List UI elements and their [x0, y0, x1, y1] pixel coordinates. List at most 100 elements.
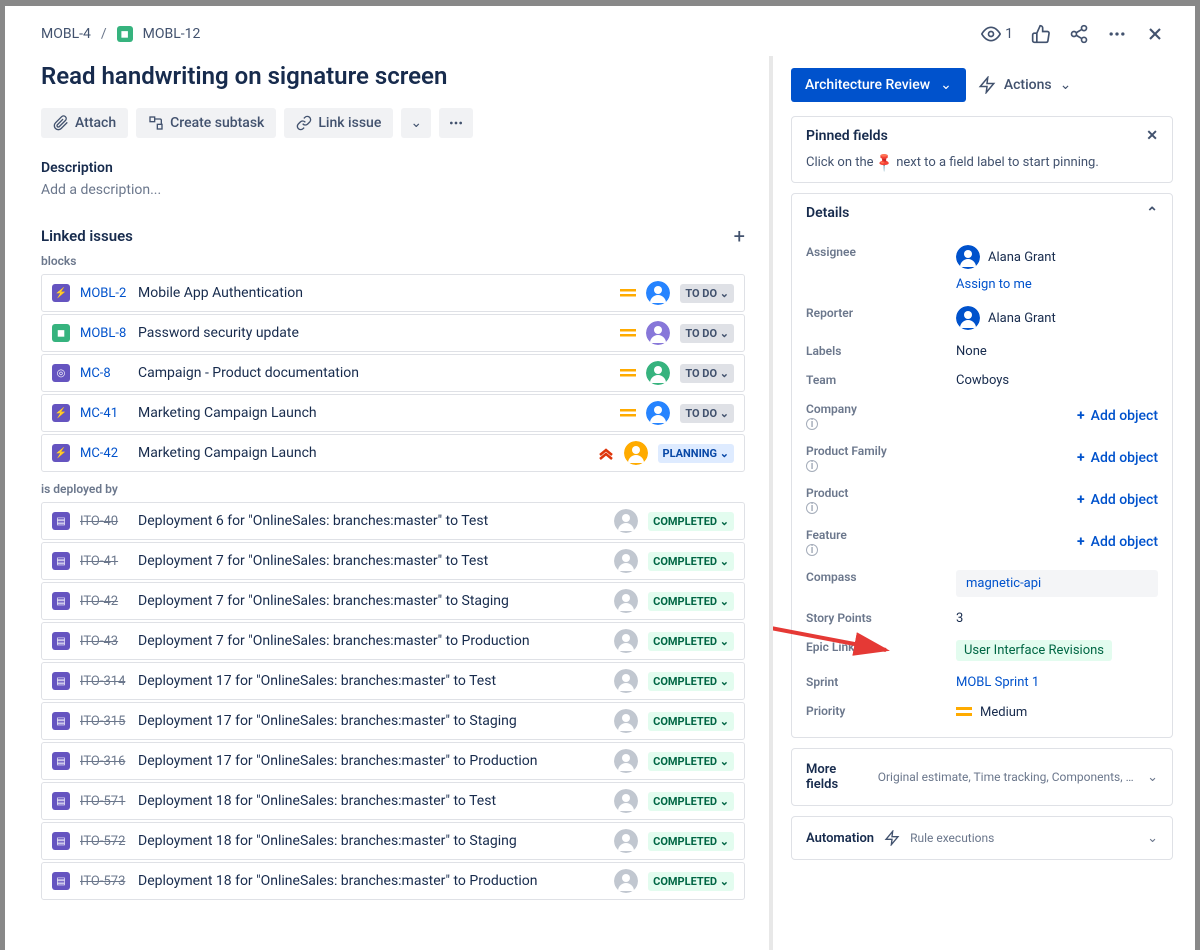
linked-issue-row[interactable]: ▤ ITO-314 Deployment 17 for "OnlineSales… — [41, 662, 745, 700]
status-badge[interactable]: COMPLETED ⌄ — [648, 632, 734, 651]
add-object-feature[interactable]: +Add object — [1077, 534, 1158, 550]
issue-key[interactable]: ITO-572 — [80, 834, 128, 849]
linked-issue-row[interactable]: ▤ ITO-571 Deployment 18 for "OnlineSales… — [41, 782, 745, 820]
status-badge[interactable]: COMPLETED ⌄ — [648, 672, 734, 691]
assignee-avatar-icon — [646, 401, 670, 425]
issue-key[interactable]: ITO-314 — [80, 674, 128, 689]
issue-type-icon: ▤ — [52, 792, 70, 810]
toolbar-more-button[interactable] — [439, 108, 473, 138]
info-icon[interactable]: i — [806, 418, 818, 430]
issue-key[interactable]: ITO-40 — [80, 514, 128, 529]
linked-issue-row[interactable]: ⚡ MOBL-2 Mobile App Authentication TO DO… — [41, 274, 745, 312]
add-object-pfamily[interactable]: +Add object — [1077, 450, 1158, 466]
issue-summary: Marketing Campaign Launch — [138, 405, 610, 421]
linked-issue-row[interactable]: ▤ ITO-572 Deployment 18 for "OnlineSales… — [41, 822, 745, 860]
issue-key[interactable]: MOBL-8 — [80, 326, 128, 341]
automation-panel[interactable]: Automation Rule executions ⌄ — [791, 816, 1173, 860]
linked-issue-row[interactable]: ⚡ MC-41 Marketing Campaign Launch TO DO … — [41, 394, 745, 432]
add-link-icon[interactable]: + — [734, 224, 745, 248]
issue-key[interactable]: MC-41 — [80, 406, 128, 421]
subtask-button[interactable]: Create subtask — [136, 108, 276, 138]
linked-issue-row[interactable]: ▤ ITO-42 Deployment 7 for "OnlineSales: … — [41, 582, 745, 620]
epic-value[interactable]: User Interface Revisions — [956, 640, 1158, 661]
link-dropdown-button[interactable]: ⌄ — [401, 108, 431, 138]
labels-value[interactable]: None — [956, 344, 1158, 359]
linked-issue-row[interactable]: ▤ ITO-316 Deployment 17 for "OnlineSales… — [41, 742, 745, 780]
breadcrumb: MOBL-4 / ◼ MOBL-12 — [41, 26, 200, 42]
issue-key[interactable]: MC-42 — [80, 446, 128, 461]
linked-issue-row[interactable]: ▤ ITO-573 Deployment 18 for "OnlineSales… — [41, 862, 745, 900]
info-icon[interactable]: i — [806, 544, 818, 556]
linked-issue-row[interactable]: ◼ MOBL-8 Password security update TO DO … — [41, 314, 745, 352]
team-value[interactable]: Cowboys — [956, 373, 1158, 388]
labels-row: Labels None — [806, 337, 1158, 366]
status-dropdown[interactable]: Architecture Review ⌄ — [791, 68, 966, 102]
story-points-label: Story Points — [806, 611, 956, 626]
status-badge[interactable]: COMPLETED ⌄ — [648, 752, 734, 771]
more-icon[interactable] — [1107, 24, 1127, 44]
avatar-icon — [956, 306, 980, 330]
add-object-company[interactable]: +Add object — [1077, 408, 1158, 424]
breadcrumb-current[interactable]: MOBL-12 — [143, 26, 201, 42]
issue-key[interactable]: ITO-41 — [80, 554, 128, 569]
linked-issue-row[interactable]: ▤ ITO-40 Deployment 6 for "OnlineSales: … — [41, 502, 745, 540]
details-header[interactable]: Details ⌃ — [792, 194, 1172, 232]
company-row: Companyi +Add object — [806, 395, 1158, 437]
status-badge[interactable]: TO DO ⌄ — [680, 364, 734, 383]
status-badge[interactable]: COMPLETED ⌄ — [648, 872, 734, 891]
chevron-up-icon: ⌃ — [1146, 205, 1158, 221]
issue-key[interactable]: ITO-316 — [80, 754, 128, 769]
status-badge[interactable]: TO DO ⌄ — [680, 324, 734, 343]
issue-key[interactable]: MC-8 — [80, 366, 128, 381]
priority-row: Priority Medium — [806, 697, 1158, 727]
watch-count[interactable]: 1 — [981, 24, 1013, 44]
add-object-product[interactable]: +Add object — [1077, 492, 1158, 508]
status-badge[interactable]: COMPLETED ⌄ — [648, 552, 734, 571]
info-icon[interactable]: i — [806, 460, 818, 472]
close-pinned-icon[interactable]: ✕ — [1146, 128, 1158, 144]
issue-key[interactable]: ITO-571 — [80, 794, 128, 809]
issue-key[interactable]: ITO-573 — [80, 874, 128, 889]
issue-key[interactable]: ITO-315 — [80, 714, 128, 729]
compass-value[interactable]: magnetic-api — [956, 570, 1158, 597]
issue-type-icon: ⚡ — [52, 444, 70, 462]
assignee-avatar-icon — [646, 361, 670, 385]
close-icon[interactable] — [1145, 24, 1165, 44]
linked-issue-row[interactable]: ◎ MC-8 Campaign - Product documentation … — [41, 354, 745, 392]
status-badge[interactable]: TO DO ⌄ — [680, 284, 734, 303]
linked-issue-row[interactable]: ▤ ITO-43 Deployment 7 for "OnlineSales: … — [41, 622, 745, 660]
more-fields-panel[interactable]: More fields Original estimate, Time trac… — [791, 748, 1173, 806]
status-badge[interactable]: TO DO ⌄ — [680, 404, 734, 423]
issue-title[interactable]: Read handwriting on signature screen — [41, 62, 745, 90]
description-placeholder[interactable]: Add a description... — [41, 182, 745, 198]
link-label: Link issue — [318, 115, 381, 131]
reporter-value[interactable]: Alana Grant — [956, 306, 1158, 330]
share-icon[interactable] — [1069, 24, 1089, 44]
assignee-avatar-icon — [614, 829, 638, 853]
assignee-value[interactable]: Alana Grant Assign to me — [956, 245, 1158, 292]
status-badge[interactable]: COMPLETED ⌄ — [648, 832, 734, 851]
issue-key[interactable]: ITO-42 — [80, 594, 128, 609]
link-issue-button[interactable]: Link issue — [284, 108, 393, 138]
actions-dropdown[interactable]: Actions ⌄ — [978, 76, 1072, 94]
status-badge[interactable]: COMPLETED ⌄ — [648, 712, 734, 731]
top-actions: 1 — [981, 24, 1165, 44]
status-badge[interactable]: PLANNING ⌄ — [658, 444, 734, 463]
status-badge[interactable]: COMPLETED ⌄ — [648, 512, 734, 531]
breadcrumb-parent[interactable]: MOBL-4 — [41, 26, 91, 42]
priority-value[interactable]: Medium — [956, 704, 1158, 720]
assign-to-me-link[interactable]: Assign to me — [956, 277, 1032, 292]
thumbs-up-icon[interactable] — [1031, 24, 1051, 44]
avatar-icon — [956, 245, 980, 269]
issue-key[interactable]: ITO-43 — [80, 634, 128, 649]
story-points-value[interactable]: 3 — [956, 611, 1158, 626]
linked-issue-row[interactable]: ▤ ITO-315 Deployment 17 for "OnlineSales… — [41, 702, 745, 740]
linked-issue-row[interactable]: ▤ ITO-41 Deployment 7 for "OnlineSales: … — [41, 542, 745, 580]
status-badge[interactable]: COMPLETED ⌄ — [648, 592, 734, 611]
status-badge[interactable]: COMPLETED ⌄ — [648, 792, 734, 811]
linked-issue-row[interactable]: ⚡ MC-42 Marketing Campaign Launch PLANNI… — [41, 434, 745, 472]
attach-button[interactable]: Attach — [41, 108, 128, 138]
sprint-value[interactable]: MOBL Sprint 1 — [956, 675, 1158, 690]
issue-key[interactable]: MOBL-2 — [80, 286, 128, 301]
info-icon[interactable]: i — [806, 502, 818, 514]
